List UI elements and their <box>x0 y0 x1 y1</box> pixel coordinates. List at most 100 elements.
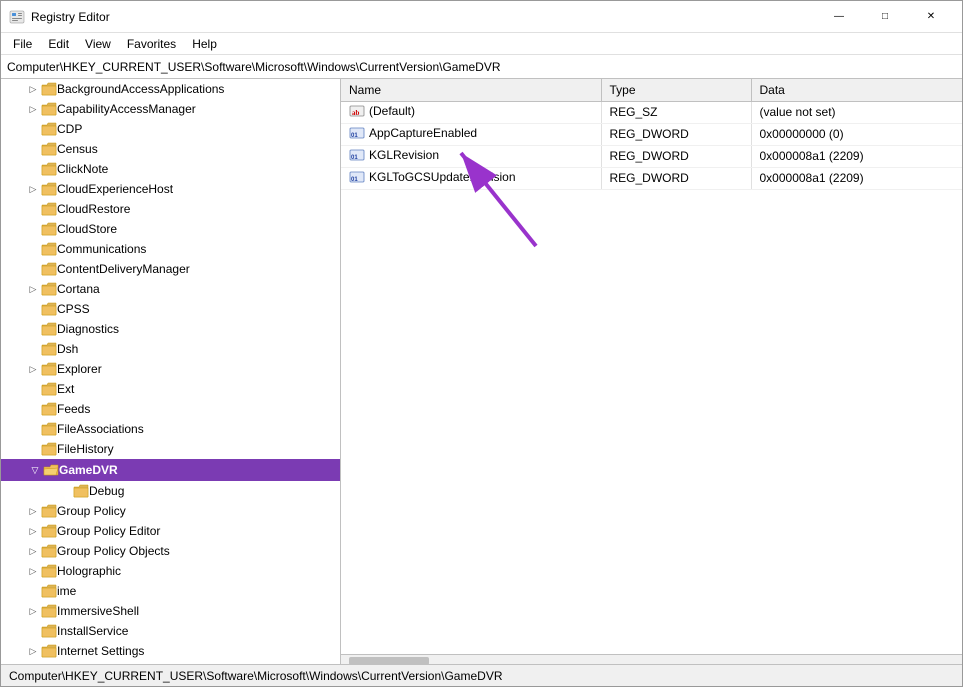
folder-icon <box>41 202 57 216</box>
close-button[interactable]: ✕ <box>908 1 954 33</box>
tree-item-grouppolicy[interactable]: ▷ Group Policy <box>1 501 340 521</box>
tree-item-census[interactable]: Census <box>1 139 340 159</box>
col-data[interactable]: Data <box>751 79 962 101</box>
folder-icon <box>41 362 57 376</box>
col-type[interactable]: Type <box>601 79 751 101</box>
tree-label: Debug <box>89 484 124 498</box>
title-bar: Registry Editor — □ ✕ <box>1 1 962 33</box>
tree-item-ext[interactable]: Ext <box>1 379 340 399</box>
tree-item-internetsettings[interactable]: ▷ Internet Settings <box>1 641 340 661</box>
reg-data-cell: 0x000008a1 (2209) <box>751 145 962 167</box>
tree-label: CPSS <box>57 302 90 316</box>
tree-label: Explorer <box>57 362 102 376</box>
reg-data-cell: (value not set) <box>751 101 962 123</box>
expander-icon: ▷ <box>25 184 41 195</box>
tree-item-fileassociations[interactable]: FileAssociations <box>1 419 340 439</box>
tree-item-grouppolicyobjects[interactable]: ▷ Group Policy Objects <box>1 541 340 561</box>
table-row[interactable]: 01 KGLRevision REG_DWORD 0x000008a1 (220… <box>341 145 962 167</box>
table-row[interactable]: 01 KGLToGCSUpdateRevision REG_DWORD 0x00… <box>341 167 962 189</box>
tree-item-immersiveshell[interactable]: ▷ ImmersiveShell <box>1 601 340 621</box>
tree-label: ImmersiveShell <box>57 604 139 618</box>
tree-item-dsh[interactable]: Dsh <box>1 339 340 359</box>
folder-icon <box>41 122 57 136</box>
tree-item-debug[interactable]: Debug <box>1 481 340 501</box>
tree-item-cortana[interactable]: ▷ Cortana <box>1 279 340 299</box>
tree-item-cloudrestore[interactable]: CloudRestore <box>1 199 340 219</box>
tree-label: Diagnostics <box>57 322 119 336</box>
folder-icon <box>41 242 57 256</box>
tree-item-backgroundaccess[interactable]: ▷ BackgroundAccessApplications <box>1 79 340 99</box>
tree-item-explorer[interactable]: ▷ Explorer <box>1 359 340 379</box>
folder-icon <box>41 382 57 396</box>
menu-view[interactable]: View <box>77 35 119 53</box>
menu-edit[interactable]: Edit <box>40 35 77 53</box>
tree-item-grouppolicyeditor[interactable]: ▷ Group Policy Editor <box>1 521 340 541</box>
expander-icon: ▷ <box>25 566 41 577</box>
reg-data-cell: 0x00000000 (0) <box>751 123 962 145</box>
reg-name-cell: 01 KGLToGCSUpdateRevision <box>341 167 601 189</box>
tree-label: Communications <box>57 242 146 256</box>
maximize-button[interactable]: □ <box>862 1 908 33</box>
svg-text:01: 01 <box>351 155 358 161</box>
tree-item-communications[interactable]: Communications <box>1 239 340 259</box>
dword-icon: 01 <box>349 170 365 184</box>
tree-item-holographic[interactable]: ▷ Holographic <box>1 561 340 581</box>
tree-item-installservice[interactable]: InstallService <box>1 621 340 641</box>
tree-label: Cortana <box>57 282 100 296</box>
tree-label: Feeds <box>57 402 90 416</box>
folder-icon <box>41 262 57 276</box>
tree-item-cdp[interactable]: CDP <box>1 119 340 139</box>
tree-label: ime <box>57 584 76 598</box>
tree-label: Group Policy <box>57 504 126 518</box>
expander-icon: ▷ <box>25 284 41 295</box>
window-controls: — □ ✕ <box>816 1 954 33</box>
tree-pane[interactable]: ▷ BackgroundAccessApplications ▷ Capabil… <box>1 79 341 666</box>
tree-label: CapabilityAccessManager <box>57 102 196 116</box>
folder-icon <box>41 524 57 538</box>
folder-icon <box>41 624 57 638</box>
col-name[interactable]: Name <box>341 79 601 101</box>
reg-type-cell: REG_SZ <box>601 101 751 123</box>
tree-label: Census <box>57 142 98 156</box>
folder-icon <box>41 222 57 236</box>
folder-icon <box>41 644 57 658</box>
tree-label: ClickNote <box>57 162 108 176</box>
menu-favorites[interactable]: Favorites <box>119 35 184 53</box>
tree-label: ContentDeliveryManager <box>57 262 190 276</box>
address-path: Computer\HKEY_CURRENT_USER\Software\Micr… <box>7 60 500 74</box>
folder-icon <box>73 484 89 498</box>
tree-item-ime[interactable]: ime <box>1 581 340 601</box>
tree-item-cloudstore[interactable]: CloudStore <box>1 219 340 239</box>
tree-label: CDP <box>57 122 82 136</box>
tree-item-filehistory[interactable]: FileHistory <box>1 439 340 459</box>
folder-icon <box>41 342 57 356</box>
expander-icon: ▷ <box>25 646 41 657</box>
folder-icon <box>41 322 57 336</box>
app-icon <box>9 9 25 25</box>
tree-item-gamedvr[interactable]: ▽ GameDVR <box>1 459 340 481</box>
svg-text:ab: ab <box>352 109 360 117</box>
tree-item-clicknote[interactable]: ClickNote <box>1 159 340 179</box>
ab-icon: ab <box>349 104 365 118</box>
tree-label: Holographic <box>57 564 121 578</box>
registry-table: Name Type Data <box>341 79 962 190</box>
minimize-button[interactable]: — <box>816 1 862 33</box>
menu-help[interactable]: Help <box>184 35 225 53</box>
folder-icon <box>41 442 57 456</box>
reg-name-cell: 01 AppCaptureEnabled <box>341 123 601 145</box>
menu-file[interactable]: File <box>5 35 40 53</box>
tree-item-contentdelivery[interactable]: ContentDeliveryManager <box>1 259 340 279</box>
reg-type-cell: REG_DWORD <box>601 145 751 167</box>
dword-icon: 01 <box>349 148 365 162</box>
tree-item-feeds[interactable]: Feeds <box>1 399 340 419</box>
table-row[interactable]: 01 AppCaptureEnabled REG_DWORD 0x0000000… <box>341 123 962 145</box>
folder-icon <box>41 402 57 416</box>
tree-label: Internet Settings <box>57 644 144 658</box>
expander-icon: ▷ <box>25 546 41 557</box>
table-row[interactable]: ab (Default) REG_SZ (value not set) <box>341 101 962 123</box>
tree-label: GameDVR <box>59 463 118 477</box>
tree-item-diagnostics[interactable]: Diagnostics <box>1 319 340 339</box>
tree-item-cpss[interactable]: CPSS <box>1 299 340 319</box>
tree-item-cloudexperience[interactable]: ▷ CloudExperienceHost <box>1 179 340 199</box>
tree-item-capabilityaccess[interactable]: ▷ CapabilityAccessManager <box>1 99 340 119</box>
